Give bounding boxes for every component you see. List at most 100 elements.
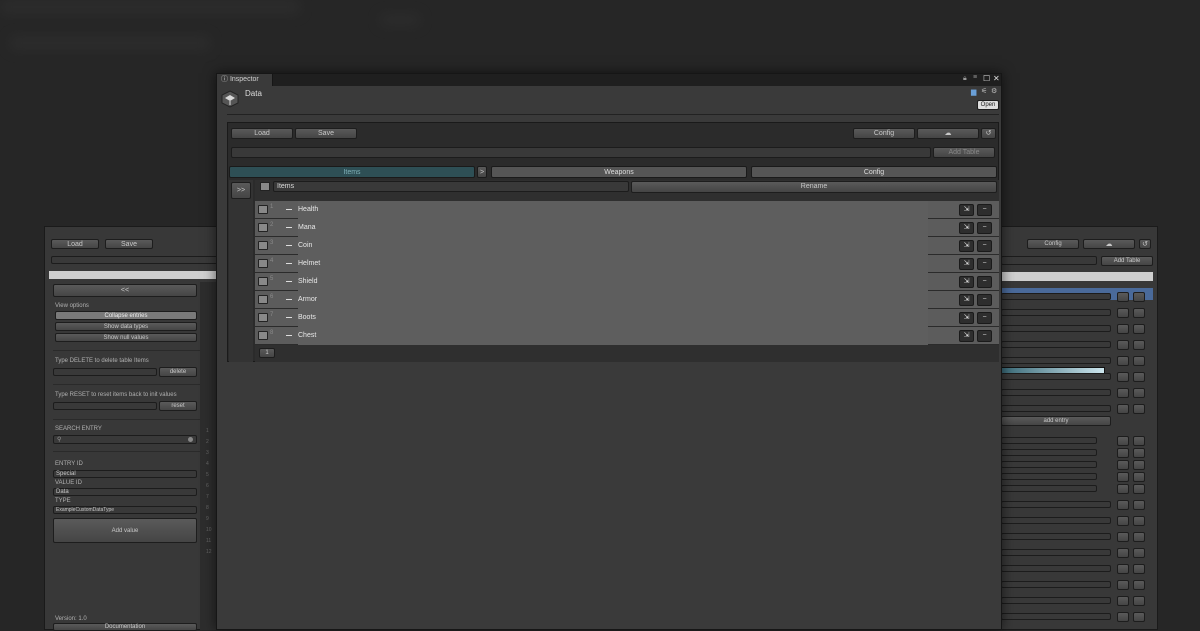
- row-checkbox[interactable]: [258, 205, 268, 214]
- row-field[interactable]: [1001, 461, 1097, 468]
- row-remove-button[interactable]: −: [977, 312, 992, 324]
- row-name[interactable]: Mana: [298, 219, 928, 237]
- row-checkbox[interactable]: [258, 277, 268, 286]
- drag-handle-icon[interactable]: [286, 227, 292, 228]
- row-remove-button[interactable]: [1133, 356, 1145, 366]
- row-edit-button[interactable]: [1117, 532, 1129, 542]
- row-name[interactable]: Helmet: [298, 255, 928, 273]
- row-remove-button[interactable]: [1133, 484, 1145, 494]
- row-field[interactable]: [1001, 613, 1111, 620]
- row-field[interactable]: [1001, 533, 1111, 540]
- load-button[interactable]: Load: [51, 239, 99, 249]
- row-remove-button[interactable]: [1133, 448, 1145, 458]
- collapse-entries-button[interactable]: Collapse entries: [55, 311, 197, 320]
- tab-items[interactable]: Items: [229, 166, 475, 178]
- row-remove-button[interactable]: −: [977, 258, 992, 270]
- drag-handle-icon[interactable]: [286, 335, 292, 336]
- row-checkbox[interactable]: [258, 295, 268, 304]
- list-item[interactable]: [1001, 514, 1151, 528]
- cloud-button[interactable]: ☁: [917, 128, 979, 139]
- save-button[interactable]: Save: [105, 239, 153, 249]
- row-edit-button[interactable]: ⇲: [959, 276, 974, 288]
- row-field[interactable]: [1001, 437, 1097, 444]
- row-field[interactable]: [1001, 485, 1097, 492]
- row-checkbox[interactable]: [258, 223, 268, 232]
- row-edit-button[interactable]: [1117, 356, 1129, 366]
- row-edit-button[interactable]: [1117, 484, 1129, 494]
- rename-button[interactable]: Rename: [631, 181, 997, 193]
- row-field[interactable]: [1001, 549, 1111, 556]
- row-remove-button[interactable]: [1133, 532, 1145, 542]
- row-edit-button[interactable]: [1117, 340, 1129, 350]
- row-remove-button[interactable]: [1133, 564, 1145, 574]
- table-row[interactable]: 6 Armor ⇲ −: [255, 291, 999, 309]
- config-button[interactable]: Config: [853, 128, 915, 139]
- row-field[interactable]: [1001, 597, 1111, 604]
- row-name[interactable]: Coin: [298, 237, 928, 255]
- select-all-checkbox[interactable]: [260, 182, 270, 191]
- list-item[interactable]: [1001, 354, 1151, 368]
- row-remove-button[interactable]: [1133, 460, 1145, 470]
- row-field[interactable]: [1001, 581, 1111, 588]
- row-remove-button[interactable]: [1133, 548, 1145, 558]
- list-item[interactable]: [1001, 578, 1151, 592]
- row-name[interactable]: Chest: [298, 327, 928, 345]
- row-edit-button[interactable]: [1117, 460, 1129, 470]
- save-button[interactable]: Save: [295, 128, 357, 139]
- drag-handle-icon[interactable]: [286, 263, 292, 264]
- row-edit-button[interactable]: [1117, 448, 1129, 458]
- row-edit-button[interactable]: [1117, 548, 1129, 558]
- table-name-input[interactable]: [231, 147, 931, 158]
- show-data-types-button[interactable]: Show data types: [55, 322, 197, 331]
- clear-icon[interactable]: [188, 437, 193, 442]
- list-item[interactable]: [1001, 306, 1151, 320]
- row-remove-button[interactable]: [1133, 404, 1145, 414]
- row-edit-button[interactable]: [1117, 292, 1129, 302]
- row-edit-button[interactable]: [1117, 596, 1129, 606]
- row-remove-button[interactable]: −: [977, 240, 992, 252]
- row-edit-button[interactable]: [1117, 404, 1129, 414]
- search-bar[interactable]: [51, 256, 221, 264]
- row-field[interactable]: [1001, 309, 1111, 316]
- list-item[interactable]: [1001, 594, 1151, 608]
- list-item[interactable]: [1001, 322, 1151, 336]
- show-null-values-button[interactable]: Show null values: [55, 333, 197, 342]
- row-edit-button[interactable]: ⇲: [959, 240, 974, 252]
- table-row[interactable]: 2 Mana ⇲ −: [255, 219, 999, 237]
- row-checkbox[interactable]: [258, 313, 268, 322]
- row-field[interactable]: [1001, 565, 1111, 572]
- drag-handle-icon[interactable]: [286, 209, 292, 210]
- row-field[interactable]: [1001, 501, 1111, 508]
- row-edit-button[interactable]: [1117, 612, 1129, 622]
- row-name[interactable]: Shield: [298, 273, 928, 291]
- row-remove-button[interactable]: [1133, 372, 1145, 382]
- table-row[interactable]: 1 Health ⇲ −: [255, 201, 999, 219]
- type-dropdown[interactable]: ExampleCustomDataType: [53, 506, 197, 514]
- row-edit-button[interactable]: [1117, 388, 1129, 398]
- row-remove-button[interactable]: −: [977, 204, 992, 216]
- row-remove-button[interactable]: [1133, 500, 1145, 510]
- row-name[interactable]: Armor: [298, 291, 928, 309]
- row-remove-button[interactable]: −: [977, 222, 992, 234]
- tab-config[interactable]: Config: [751, 166, 997, 178]
- row-field[interactable]: [1001, 325, 1111, 332]
- list-item[interactable]: [1001, 386, 1151, 400]
- row-field[interactable]: [1001, 293, 1111, 300]
- row-name[interactable]: Health: [298, 201, 928, 219]
- row-edit-button[interactable]: [1117, 324, 1129, 334]
- row-remove-button[interactable]: [1133, 436, 1145, 446]
- row-remove-button[interactable]: [1133, 388, 1145, 398]
- row-edit-button[interactable]: [1117, 500, 1129, 510]
- reset-button[interactable]: reset: [159, 401, 197, 411]
- row-edit-button[interactable]: ⇲: [959, 258, 974, 270]
- lock-icon[interactable]: 🔒︎: [963, 75, 967, 83]
- sliders-icon[interactable]: ⚟: [981, 87, 987, 95]
- search-entry-input[interactable]: ⚲: [53, 435, 197, 444]
- row-edit-button[interactable]: ⇲: [959, 204, 974, 216]
- add-value-button[interactable]: Add value: [53, 518, 197, 543]
- row-edit-button[interactable]: [1117, 472, 1129, 482]
- table-row[interactable]: 3 Coin ⇲ −: [255, 237, 999, 255]
- row-remove-button[interactable]: [1133, 324, 1145, 334]
- expand-panel-button[interactable]: >>: [231, 182, 251, 199]
- list-item[interactable]: [1001, 370, 1151, 384]
